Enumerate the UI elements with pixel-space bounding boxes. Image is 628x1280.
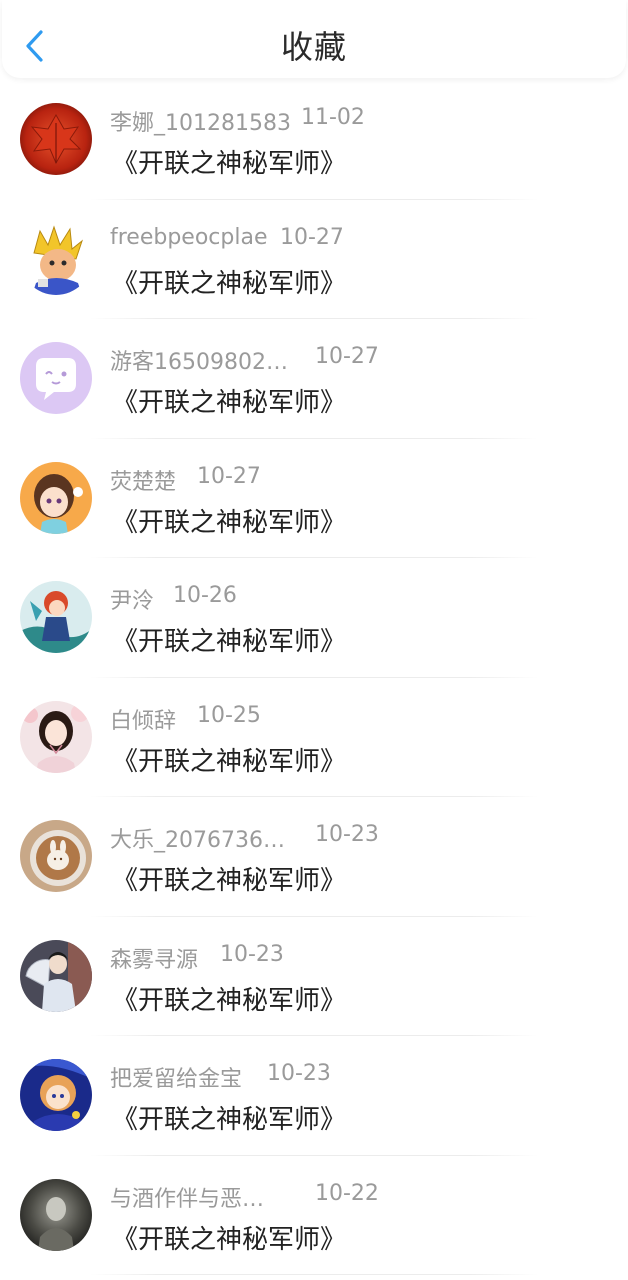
page-title: 收藏 [280, 28, 347, 66]
avatar[interactable] [20, 103, 92, 175]
anime-girl-icon [20, 461, 92, 534]
favorite-list-item[interactable]: 森雾寻源 10-23 《开联之神秘军师》 [0, 917, 628, 1036]
red-leaf-icon [20, 103, 92, 175]
favorite-list-item[interactable]: 与酒作伴与恶… 10-22 《开联之神秘军师》 [0, 1156, 628, 1275]
favorites-list: 李娜_101281583 11-02 《开联之神秘军师》 freebpeocpl… [0, 80, 628, 1275]
book-title[interactable]: 《开联之神秘军师》 [112, 741, 346, 778]
favorite-list-item[interactable]: freebpeocplae 10-27 《开联之神秘军师》 [0, 200, 628, 319]
favorite-date: 10-27 [280, 224, 344, 250]
avatar[interactable] [20, 939, 92, 1012]
user-name[interactable]: 大乐_2076736… [110, 822, 285, 854]
anime-blue-icon [20, 1059, 92, 1131]
favorite-list-item[interactable]: 大乐_2076736… 10-23 《开联之神秘军师》 [0, 797, 628, 917]
book-title[interactable]: 《开联之神秘军师》 [112, 143, 346, 180]
anime-boy-icon [20, 581, 92, 653]
item-meta: 游客16509802… 10-27 [110, 344, 379, 376]
favorite-list-item[interactable]: 游客16509802… 10-27 《开联之神秘军师》 [0, 319, 628, 439]
cartoon-hero-icon [20, 222, 92, 295]
item-meta: 尹泠 10-26 [110, 583, 237, 615]
user-name[interactable]: 与酒作伴与恶… [110, 1181, 264, 1213]
favorite-date: 10-23 [220, 941, 284, 967]
avatar[interactable] [20, 700, 92, 773]
favorite-date: 10-22 [315, 1180, 379, 1206]
favorite-list-item[interactable]: 李娜_101281583 11-02 《开联之神秘军师》 [0, 80, 628, 200]
avatar[interactable] [20, 1059, 92, 1131]
favorite-date: 11-02 [301, 105, 365, 130]
favorite-date: 10-26 [173, 583, 237, 608]
avatar[interactable] [20, 461, 92, 534]
latte-art-icon [20, 820, 92, 892]
avatar[interactable] [20, 581, 92, 653]
book-title[interactable]: 《开联之神秘军师》 [112, 980, 346, 1017]
favorite-date: 10-27 [197, 463, 261, 489]
book-title[interactable]: 《开联之神秘军师》 [112, 502, 346, 539]
book-title[interactable]: 《开联之神秘军师》 [112, 1099, 346, 1136]
user-name[interactable]: 游客16509802… [110, 344, 288, 376]
user-name[interactable]: 尹泠 [110, 583, 154, 615]
favorite-list-item[interactable]: 尹泠 10-26 《开联之神秘军师》 [0, 558, 628, 678]
favorite-date: 10-23 [315, 822, 379, 847]
item-meta: 大乐_2076736… 10-23 [110, 822, 379, 854]
favorite-list-item[interactable]: 把爱留给金宝 10-23 《开联之神秘军师》 [0, 1036, 628, 1156]
user-name[interactable]: freebpeocplae [110, 225, 268, 250]
avatar[interactable] [20, 222, 92, 295]
book-title[interactable]: 《开联之神秘军师》 [112, 382, 346, 419]
book-title[interactable]: 《开联之神秘军师》 [112, 621, 346, 658]
favorite-list-item[interactable]: 荧楚楚 10-27 《开联之神秘军师》 [0, 439, 628, 558]
avatar[interactable] [20, 1178, 92, 1251]
avatar[interactable] [20, 342, 92, 414]
user-name[interactable]: 森雾寻源 [110, 942, 198, 974]
avatar[interactable] [20, 820, 92, 892]
book-title[interactable]: 《开联之神秘军师》 [112, 1219, 346, 1256]
item-meta: 把爱留给金宝 10-23 [110, 1061, 331, 1093]
user-name[interactable]: 白倾辞 [110, 703, 176, 735]
item-meta: 李娜_101281583 11-02 [110, 105, 365, 137]
book-title[interactable]: 《开联之神秘军师》 [112, 263, 346, 300]
divider [90, 1274, 538, 1275]
item-meta: 与酒作伴与恶… 10-22 [110, 1181, 379, 1213]
book-title[interactable]: 《开联之神秘军师》 [112, 860, 346, 897]
favorite-date: 10-25 [197, 702, 261, 728]
girl-portrait-icon [20, 700, 92, 773]
person-with-fan-icon [20, 939, 92, 1012]
item-meta: 森雾寻源 10-23 [110, 942, 284, 974]
item-meta: 荧楚楚 10-27 [110, 464, 261, 496]
dark-photo-icon [20, 1178, 92, 1251]
user-name[interactable]: 荧楚楚 [110, 464, 176, 496]
purple-chat-bubble-icon [20, 342, 92, 414]
favorite-date: 10-27 [315, 344, 379, 369]
item-meta: freebpeocplae 10-27 [110, 225, 344, 255]
top-navigation-bar: 收藏 [2, 0, 626, 78]
favorite-date: 10-23 [267, 1061, 331, 1086]
favorite-list-item[interactable]: 白倾辞 10-25 《开联之神秘军师》 [0, 678, 628, 797]
user-name[interactable]: 李娜_101281583 [110, 105, 291, 137]
item-meta: 白倾辞 10-25 [110, 703, 261, 735]
user-name[interactable]: 把爱留给金宝 [110, 1061, 242, 1093]
